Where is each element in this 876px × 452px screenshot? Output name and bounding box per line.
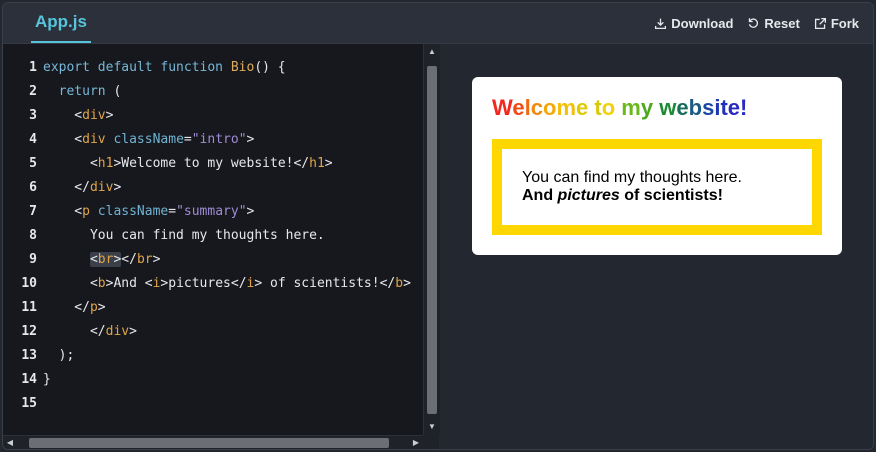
line-number: 7 [29, 204, 37, 219]
heading-char: W [492, 95, 513, 120]
heading-char: c [530, 95, 543, 120]
summary-line-2: And pictures of scientists! [522, 187, 723, 204]
line-number: 5 [29, 156, 37, 171]
code-line: 8 You can find my thoughts here. [3, 224, 423, 248]
heading-char: e [512, 95, 525, 120]
scroll-left-arrow-icon[interactable]: ◀ [3, 436, 17, 449]
code-line: 1 export default function Bio() { [3, 56, 423, 80]
line-number: 3 [29, 108, 37, 123]
toolbar-actions: Download Reset Fork [654, 3, 859, 43]
external-link-icon [814, 17, 826, 29]
reset-label: Reset [764, 15, 800, 31]
heading-char: t [594, 95, 602, 120]
summary-text: You can find my thoughts here. And pictu… [522, 169, 742, 205]
heading-char: o [543, 95, 557, 120]
heading-char: o [601, 95, 616, 120]
heading-char: m [556, 95, 577, 120]
reset-icon [749, 17, 759, 28]
heading-char: s [702, 95, 715, 120]
sandbox-frame: App.js Download Reset Fork 1 export defa… [2, 2, 874, 450]
heading-char: w [659, 95, 677, 120]
line-number: 14 [21, 372, 37, 387]
heading-char: y [640, 95, 654, 120]
code-line: 15 [3, 392, 423, 416]
reset-button[interactable]: Reset [747, 15, 800, 31]
heading-char: e [727, 95, 741, 120]
horizontal-scrollbar[interactable]: ◀ ▶ [3, 435, 423, 449]
preview-pane: Welcome to my website! You can find my t… [440, 44, 873, 449]
fork-label: Fork [830, 15, 859, 31]
line-number: 6 [29, 180, 37, 195]
code-line: 10 <b>And <i>pictures</i> of scientists!… [3, 272, 423, 296]
code-lines: 1 export default function Bio() { 2 retur… [3, 56, 423, 416]
preview-heading: Welcome to my website! [492, 95, 747, 121]
code-line: 6 </div> [3, 176, 423, 200]
heading-char: t [720, 95, 728, 120]
line-number: 13 [21, 348, 37, 363]
code-line: 5 <h1>Welcome to my website!</h1> [3, 152, 423, 176]
scroll-down-arrow-icon[interactable]: ▼ [424, 419, 440, 435]
code-line: 11 </p> [3, 296, 423, 320]
preview-card: Welcome to my website! You can find my t… [472, 77, 842, 255]
code-editor[interactable]: 1 export default function Bio() { 2 retur… [3, 44, 423, 435]
line-number: 9 [29, 252, 37, 267]
line-number: 12 [21, 324, 37, 339]
code-line: 12 </div> [3, 320, 423, 344]
scroll-right-arrow-icon[interactable]: ▶ [409, 436, 423, 449]
code-line: 2 return ( [3, 80, 423, 104]
line-number: 10 [21, 276, 37, 291]
vertical-scroll-thumb[interactable] [427, 66, 437, 414]
code-line: 9 <br></br> [3, 248, 423, 272]
scrollbar-corner [423, 435, 439, 449]
heading-char: e [676, 95, 689, 120]
line-number: 1 [29, 60, 37, 75]
line-number: 11 [21, 300, 37, 315]
code-line: 14} [3, 368, 423, 392]
line-number: 2 [29, 84, 37, 99]
tab-app-js[interactable]: App.js [31, 3, 91, 43]
vertical-scrollbar[interactable]: ▲ ▼ [423, 44, 440, 435]
heading-char: b [688, 95, 703, 120]
fork-button[interactable]: Fork [814, 16, 859, 31]
code-line: 13 ); [3, 344, 423, 368]
summary-line-1: You can find my thoughts here. [522, 169, 742, 186]
code-line: 4 <div className="intro"> [3, 128, 423, 152]
heading-char: e [576, 95, 589, 120]
heading-char: ! [740, 95, 748, 120]
download-button[interactable]: Download [654, 16, 733, 31]
scroll-up-arrow-icon[interactable]: ▲ [424, 44, 440, 60]
download-label: Download [671, 15, 734, 31]
download-icon [655, 18, 667, 29]
code-line: 3 <div> [3, 104, 423, 128]
top-bar: App.js Download Reset Fork [3, 3, 873, 44]
code-line: 7 <p className="summary"> [3, 200, 423, 224]
line-number: 8 [29, 228, 37, 243]
horizontal-scroll-thumb[interactable] [29, 438, 389, 448]
line-number: 15 [21, 396, 37, 411]
pictures-italic: pictures [557, 187, 620, 204]
summary-box: You can find my thoughts here. And pictu… [492, 139, 822, 235]
heading-char: m [621, 95, 641, 120]
line-number: 4 [29, 132, 37, 147]
